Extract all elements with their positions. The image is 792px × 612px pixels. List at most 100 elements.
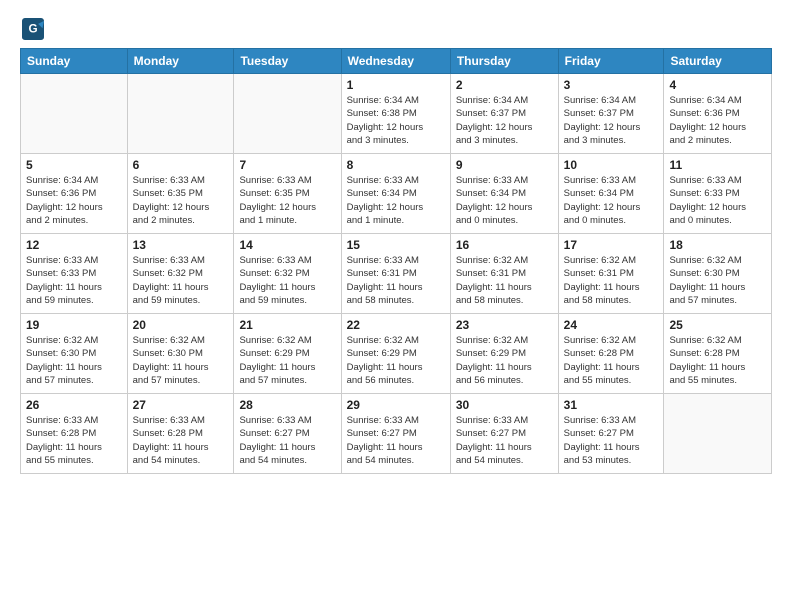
calendar-cell: 30 Sunrise: 6:33 AMSunset: 6:27 PMDayligh… (450, 394, 558, 474)
day-info: Sunrise: 6:32 AMSunset: 6:31 PMDaylight:… (564, 254, 659, 307)
calendar-cell: 14 Sunrise: 6:33 AMSunset: 6:32 PMDayligh… (234, 234, 341, 314)
weekday-header-tuesday: Tuesday (234, 49, 341, 74)
day-number: 18 (669, 238, 766, 252)
day-info: Sunrise: 6:32 AMSunset: 6:31 PMDaylight:… (456, 254, 553, 307)
calendar-cell: 3 Sunrise: 6:34 AMSunset: 6:37 PMDaylight… (558, 74, 664, 154)
day-info: Sunrise: 6:32 AMSunset: 6:30 PMDaylight:… (669, 254, 766, 307)
calendar-cell: 15 Sunrise: 6:33 AMSunset: 6:31 PMDayligh… (341, 234, 450, 314)
day-number: 8 (347, 158, 445, 172)
calendar-cell: 20 Sunrise: 6:32 AMSunset: 6:30 PMDayligh… (127, 314, 234, 394)
weekday-header-saturday: Saturday (664, 49, 772, 74)
day-info: Sunrise: 6:32 AMSunset: 6:29 PMDaylight:… (347, 334, 445, 387)
calendar-cell: 9 Sunrise: 6:33 AMSunset: 6:34 PMDaylight… (450, 154, 558, 234)
day-number: 30 (456, 398, 553, 412)
day-number: 10 (564, 158, 659, 172)
day-number: 4 (669, 78, 766, 92)
calendar-cell: 22 Sunrise: 6:32 AMSunset: 6:29 PMDayligh… (341, 314, 450, 394)
day-info: Sunrise: 6:33 AMSunset: 6:32 PMDaylight:… (239, 254, 335, 307)
day-info: Sunrise: 6:33 AMSunset: 6:33 PMDaylight:… (26, 254, 122, 307)
calendar-cell: 10 Sunrise: 6:33 AMSunset: 6:34 PMDayligh… (558, 154, 664, 234)
day-info: Sunrise: 6:32 AMSunset: 6:30 PMDaylight:… (26, 334, 122, 387)
day-info: Sunrise: 6:33 AMSunset: 6:27 PMDaylight:… (564, 414, 659, 467)
weekday-header-monday: Monday (127, 49, 234, 74)
day-info: Sunrise: 6:33 AMSunset: 6:34 PMDaylight:… (347, 174, 445, 227)
calendar-cell: 13 Sunrise: 6:33 AMSunset: 6:32 PMDayligh… (127, 234, 234, 314)
day-info: Sunrise: 6:33 AMSunset: 6:32 PMDaylight:… (133, 254, 229, 307)
day-info: Sunrise: 6:33 AMSunset: 6:35 PMDaylight:… (239, 174, 335, 227)
day-info: Sunrise: 6:33 AMSunset: 6:34 PMDaylight:… (456, 174, 553, 227)
day-info: Sunrise: 6:33 AMSunset: 6:28 PMDaylight:… (26, 414, 122, 467)
day-number: 15 (347, 238, 445, 252)
day-number: 13 (133, 238, 229, 252)
calendar-cell: 7 Sunrise: 6:33 AMSunset: 6:35 PMDaylight… (234, 154, 341, 234)
day-info: Sunrise: 6:33 AMSunset: 6:33 PMDaylight:… (669, 174, 766, 227)
day-number: 6 (133, 158, 229, 172)
weekday-header-friday: Friday (558, 49, 664, 74)
calendar-cell: 31 Sunrise: 6:33 AMSunset: 6:27 PMDayligh… (558, 394, 664, 474)
calendar-cell: 6 Sunrise: 6:33 AMSunset: 6:35 PMDaylight… (127, 154, 234, 234)
day-info: Sunrise: 6:32 AMSunset: 6:30 PMDaylight:… (133, 334, 229, 387)
calendar-cell: 25 Sunrise: 6:32 AMSunset: 6:28 PMDayligh… (664, 314, 772, 394)
day-info: Sunrise: 6:34 AMSunset: 6:36 PMDaylight:… (669, 94, 766, 147)
day-number: 23 (456, 318, 553, 332)
calendar-cell (127, 74, 234, 154)
calendar-cell: 28Sunrise: 6:33 AMSunset: 6:27 PMDayligh… (234, 394, 341, 474)
day-number: 14 (239, 238, 335, 252)
calendar-cell: 29Sunrise: 6:33 AMSunset: 6:27 PMDayligh… (341, 394, 450, 474)
calendar-cell: 26Sunrise: 6:33 AMSunset: 6:28 PMDayligh… (21, 394, 128, 474)
day-number: 19 (26, 318, 122, 332)
calendar-cell: 8 Sunrise: 6:33 AMSunset: 6:34 PMDaylight… (341, 154, 450, 234)
logo-icon: G (22, 18, 44, 40)
calendar-cell: 12 Sunrise: 6:33 AMSunset: 6:33 PMDayligh… (21, 234, 128, 314)
day-number: 7 (239, 158, 335, 172)
day-number: 2 (456, 78, 553, 92)
logo: G (20, 18, 48, 40)
day-info: Sunrise: 6:34 AMSunset: 6:37 PMDaylight:… (456, 94, 553, 147)
day-number: 5 (26, 158, 122, 172)
day-info: Sunrise: 6:32 AMSunset: 6:29 PMDaylight:… (456, 334, 553, 387)
calendar-cell: 17 Sunrise: 6:32 AMSunset: 6:31 PMDayligh… (558, 234, 664, 314)
day-number: 28 (239, 398, 335, 412)
calendar-cell: 1 Sunrise: 6:34 AMSunset: 6:38 PMDaylight… (341, 74, 450, 154)
calendar-cell (664, 394, 772, 474)
weekday-header-wednesday: Wednesday (341, 49, 450, 74)
calendar-cell: 19 Sunrise: 6:32 AMSunset: 6:30 PMDayligh… (21, 314, 128, 394)
day-info: Sunrise: 6:33 AMSunset: 6:35 PMDaylight:… (133, 174, 229, 227)
calendar-cell: 21Sunrise: 6:32 AMSunset: 6:29 PMDayligh… (234, 314, 341, 394)
day-number: 1 (347, 78, 445, 92)
calendar-cell: 23 Sunrise: 6:32 AMSunset: 6:29 PMDayligh… (450, 314, 558, 394)
weekday-header-sunday: Sunday (21, 49, 128, 74)
calendar-cell: 18 Sunrise: 6:32 AMSunset: 6:30 PMDayligh… (664, 234, 772, 314)
day-number: 9 (456, 158, 553, 172)
page-header: G (20, 18, 772, 40)
calendar-cell: 11 Sunrise: 6:33 AMSunset: 6:33 PMDayligh… (664, 154, 772, 234)
day-info: Sunrise: 6:32 AMSunset: 6:28 PMDaylight:… (669, 334, 766, 387)
svg-text:G: G (28, 23, 37, 36)
day-number: 17 (564, 238, 659, 252)
day-info: Sunrise: 6:33 AMSunset: 6:31 PMDaylight:… (347, 254, 445, 307)
day-number: 27 (133, 398, 229, 412)
calendar-cell (21, 74, 128, 154)
day-number: 31 (564, 398, 659, 412)
day-info: Sunrise: 6:34 AMSunset: 6:38 PMDaylight:… (347, 94, 445, 147)
day-number: 21 (239, 318, 335, 332)
day-info: Sunrise: 6:34 AMSunset: 6:37 PMDaylight:… (564, 94, 659, 147)
day-info: Sunrise: 6:34 AMSunset: 6:36 PMDaylight:… (26, 174, 122, 227)
day-number: 16 (456, 238, 553, 252)
day-info: Sunrise: 6:33 AMSunset: 6:34 PMDaylight:… (564, 174, 659, 227)
day-number: 25 (669, 318, 766, 332)
day-number: 24 (564, 318, 659, 332)
day-number: 22 (347, 318, 445, 332)
day-info: Sunrise: 6:33 AMSunset: 6:27 PMDaylight:… (347, 414, 445, 467)
calendar-cell: 2 Sunrise: 6:34 AMSunset: 6:37 PMDaylight… (450, 74, 558, 154)
calendar-cell: 5 Sunrise: 6:34 AMSunset: 6:36 PMDaylight… (21, 154, 128, 234)
day-info: Sunrise: 6:32 AMSunset: 6:28 PMDaylight:… (564, 334, 659, 387)
day-info: Sunrise: 6:33 AMSunset: 6:27 PMDaylight:… (456, 414, 553, 467)
day-number: 11 (669, 158, 766, 172)
calendar-cell: 4 Sunrise: 6:34 AMSunset: 6:36 PMDaylight… (664, 74, 772, 154)
day-number: 20 (133, 318, 229, 332)
calendar-cell: 16 Sunrise: 6:32 AMSunset: 6:31 PMDayligh… (450, 234, 558, 314)
day-info: Sunrise: 6:33 AMSunset: 6:28 PMDaylight:… (133, 414, 229, 467)
day-number: 12 (26, 238, 122, 252)
day-number: 3 (564, 78, 659, 92)
